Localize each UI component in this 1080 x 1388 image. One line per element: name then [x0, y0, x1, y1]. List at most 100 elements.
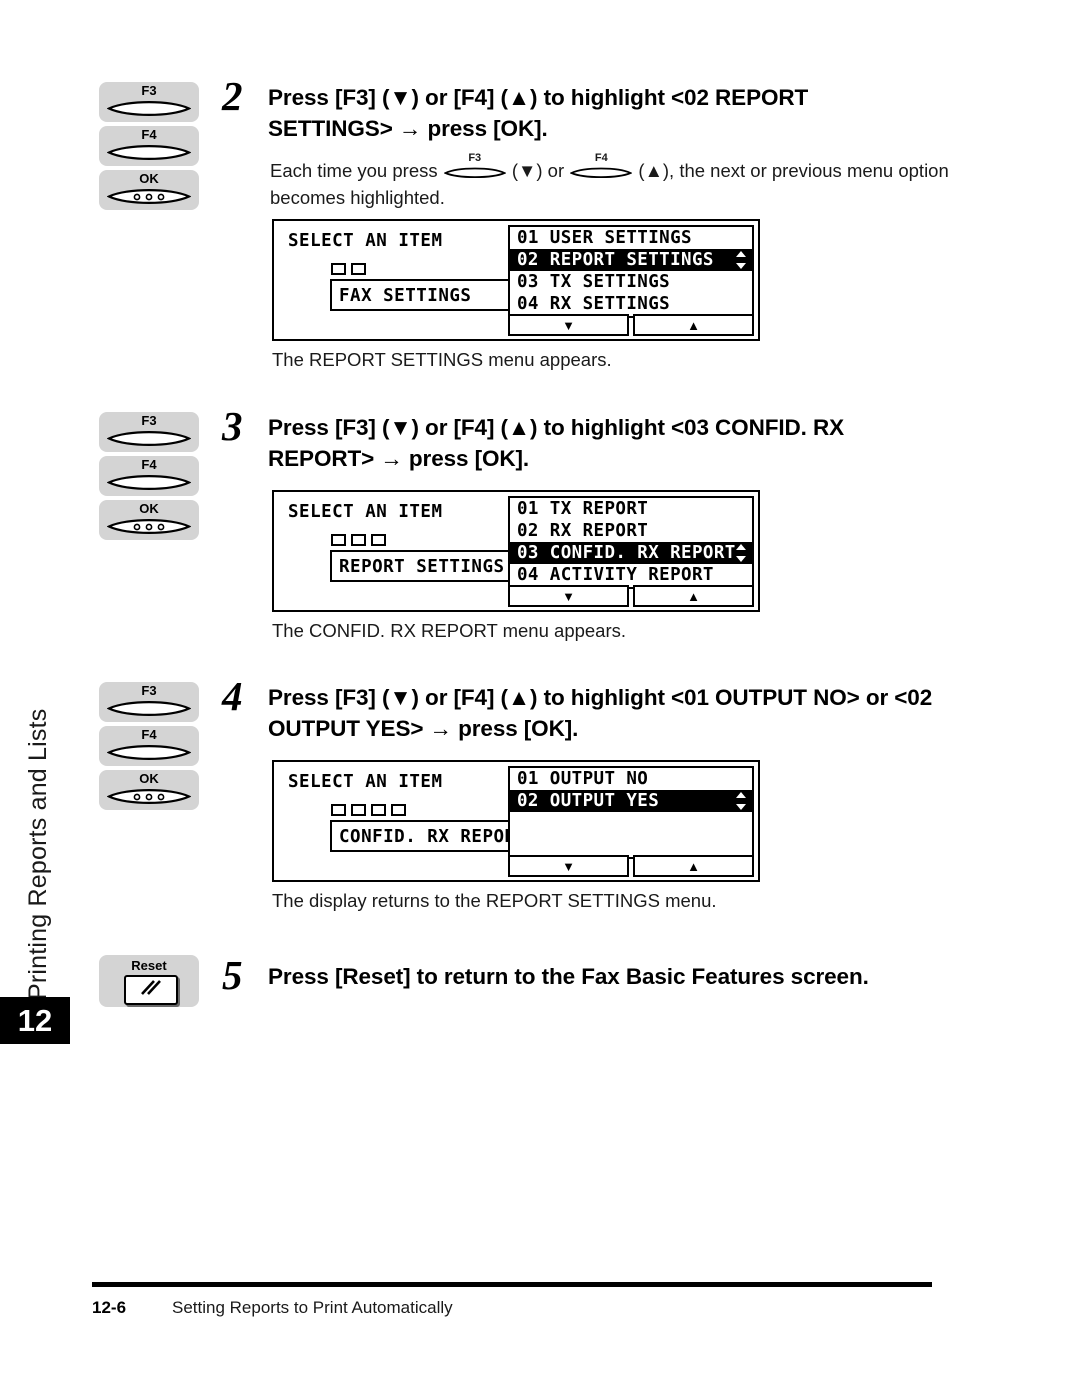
- lcd-scroll-down-button[interactable]: ▼: [508, 314, 629, 336]
- step-5-heading: Press [Reset] to return to the Fax Basic…: [268, 961, 978, 992]
- chapter-number-tab: 12: [0, 997, 70, 1044]
- down-arrow-icon: ▼: [562, 858, 575, 874]
- footer-divider: [92, 1282, 932, 1287]
- step-2-heading: Press [F3] (▼) or [F4] (▲) to highlight …: [268, 82, 978, 144]
- key-f4[interactable]: F4: [99, 726, 199, 766]
- lcd-softkey-bar: ▼ ▲: [508, 585, 754, 607]
- lcd-breadcrumb-indicators: [331, 804, 406, 816]
- step-3-lcd-screen: SELECT AN ITEM REPORT SETTINGS 01 TX REP…: [272, 490, 760, 612]
- lcd-menu-item-selected-label: 02 OUTPUT YES: [517, 791, 660, 811]
- key-f3-label: F3: [141, 413, 157, 428]
- key-ok[interactable]: OK: [99, 500, 199, 540]
- lcd-menu-item[interactable]: 03 TX SETTINGS: [510, 271, 752, 293]
- step-3-key-column: F3 F4 OK: [99, 412, 201, 544]
- lcd-scroll-down-button[interactable]: ▼: [508, 855, 629, 877]
- key-ok-label: OK: [139, 501, 159, 516]
- lcd-menu-item[interactable]: 01 OUTPUT NO: [510, 768, 752, 790]
- step-3-heading-line2: REPORT> → press [OK].: [268, 446, 530, 471]
- key-f3[interactable]: F3: [99, 82, 199, 122]
- lcd-context-label: REPORT SETTINGS: [339, 557, 505, 577]
- up-arrow-icon: ▲: [687, 588, 700, 604]
- key-ok[interactable]: OK: [99, 770, 199, 810]
- lcd-menu-item[interactable]: 01 TX REPORT: [510, 498, 752, 520]
- function-key-f3-icon: [107, 699, 191, 718]
- breadcrumb-square: [351, 534, 366, 546]
- lcd-scroll-up-button[interactable]: ▲: [633, 855, 754, 877]
- key-f4-label: F4: [141, 127, 157, 142]
- lcd-menu-list: 01 OUTPUT NO 02 OUTPUT YES: [508, 766, 754, 859]
- scroll-up-down-icon: [734, 791, 748, 811]
- key-ok-label: OK: [139, 771, 159, 786]
- lcd-menu-item-selected[interactable]: 02 REPORT SETTINGS: [510, 249, 752, 271]
- step-2-subtext-b: (▼) or: [511, 160, 565, 181]
- step-5-heading-line1: Press [Reset] to return to the Fax Basic…: [268, 964, 869, 989]
- step-2-subtext-a: Each time you press: [270, 160, 438, 181]
- key-reset-label: Reset: [131, 958, 167, 973]
- scroll-up-down-icon: [734, 250, 748, 270]
- key-f3[interactable]: F3: [99, 682, 199, 722]
- lcd-menu-item[interactable]: 02 RX REPORT: [510, 520, 752, 542]
- key-f3[interactable]: F3: [99, 412, 199, 452]
- breadcrumb-square: [371, 534, 386, 546]
- lcd-menu-item-selected-label: 02 REPORT SETTINGS: [517, 250, 714, 270]
- breadcrumb-square: [351, 804, 366, 816]
- key-f4[interactable]: F4: [99, 456, 199, 496]
- function-key-f4-icon: [107, 473, 191, 492]
- step-4-caption: The display returns to the REPORT SETTIN…: [272, 890, 717, 911]
- step-4-heading-line1: Press [F3] (▼) or [F4] (▲) to highlight …: [268, 685, 933, 710]
- lcd-menu-item: [510, 834, 752, 856]
- inline-function-key-f4-icon: F4: [570, 153, 633, 179]
- lcd-scroll-up-button[interactable]: ▲: [633, 314, 754, 336]
- breadcrumb-square: [351, 263, 366, 275]
- lcd-softkey-bar: ▼ ▲: [508, 855, 754, 877]
- down-arrow-icon: ▼: [562, 588, 575, 604]
- lcd-context-label: FAX SETTINGS: [339, 286, 472, 306]
- lcd-menu-item-selected[interactable]: 03 CONFID. RX REPORT: [510, 542, 752, 564]
- key-f4-label: F4: [141, 727, 157, 742]
- key-f4-label: F4: [141, 457, 157, 472]
- key-f3-label: F3: [141, 83, 157, 98]
- lcd-menu-item[interactable]: 04 RX SETTINGS: [510, 293, 752, 315]
- key-f3-label: F3: [141, 683, 157, 698]
- footer-page-number: 12-6: [92, 1298, 127, 1317]
- lcd-scroll-up-button[interactable]: ▲: [633, 585, 754, 607]
- step-4-lcd-screen: SELECT AN ITEM CONFID. RX REPORT 01 OUTP…: [272, 760, 760, 882]
- key-f4[interactable]: F4: [99, 126, 199, 166]
- function-key-f4-icon: [107, 743, 191, 762]
- function-key-f3-icon: [107, 99, 191, 118]
- step-2-key-column: F3 F4 OK: [99, 82, 201, 214]
- lcd-menu-item: [510, 812, 752, 834]
- ok-key-icon: [107, 517, 191, 536]
- inline-key-f3-label: F3: [468, 152, 482, 164]
- step-4-key-column: F3 F4 OK: [99, 682, 201, 814]
- lcd-menu-item[interactable]: 01 USER SETTINGS: [510, 227, 752, 249]
- step-3-number: 3: [222, 403, 243, 449]
- up-arrow-icon: ▲: [687, 317, 700, 333]
- step-2-number: 2: [222, 73, 243, 119]
- lcd-title: SELECT AN ITEM: [288, 502, 443, 522]
- lcd-softkey-bar: ▼ ▲: [508, 314, 754, 336]
- lcd-menu-item-selected[interactable]: 02 OUTPUT YES: [510, 790, 752, 812]
- step-2-heading-line2: SETTINGS> → press [OK].: [268, 116, 548, 141]
- step-2-caption: The REPORT SETTINGS menu appears.: [272, 349, 612, 370]
- step-5-key-column: Reset: [99, 955, 201, 1007]
- lcd-menu-item-selected-label: 03 CONFID. RX REPORT: [517, 543, 736, 563]
- inline-function-key-f3-icon: F3: [443, 153, 506, 179]
- lcd-menu-item[interactable]: 04 ACTIVITY REPORT: [510, 564, 752, 586]
- inline-key-f4-label: F4: [594, 152, 608, 164]
- step-2-heading-line1: Press [F3] (▼) or [F4] (▲) to highlight …: [268, 85, 809, 110]
- function-key-f3-icon: [107, 429, 191, 448]
- step-4-heading-line2: OUTPUT YES> → press [OK].: [268, 716, 579, 741]
- key-reset[interactable]: Reset: [99, 955, 199, 1007]
- step-3-heading-line1: Press [F3] (▼) or [F4] (▲) to highlight …: [268, 415, 845, 440]
- ok-key-icon: [107, 187, 191, 206]
- lcd-scroll-down-button[interactable]: ▼: [508, 585, 629, 607]
- lcd-breadcrumb-indicators: [331, 263, 366, 275]
- step-2-subtext: Each time you press F3 (▼) or F4 (▲), th…: [270, 153, 990, 211]
- breadcrumb-square: [391, 804, 406, 816]
- function-key-f4-icon: [107, 143, 191, 162]
- key-ok[interactable]: OK: [99, 170, 199, 210]
- lcd-title: SELECT AN ITEM: [288, 231, 443, 251]
- step-3-heading: Press [F3] (▼) or [F4] (▲) to highlight …: [268, 412, 978, 474]
- lcd-context-label: CONFID. RX REPORT: [339, 827, 527, 847]
